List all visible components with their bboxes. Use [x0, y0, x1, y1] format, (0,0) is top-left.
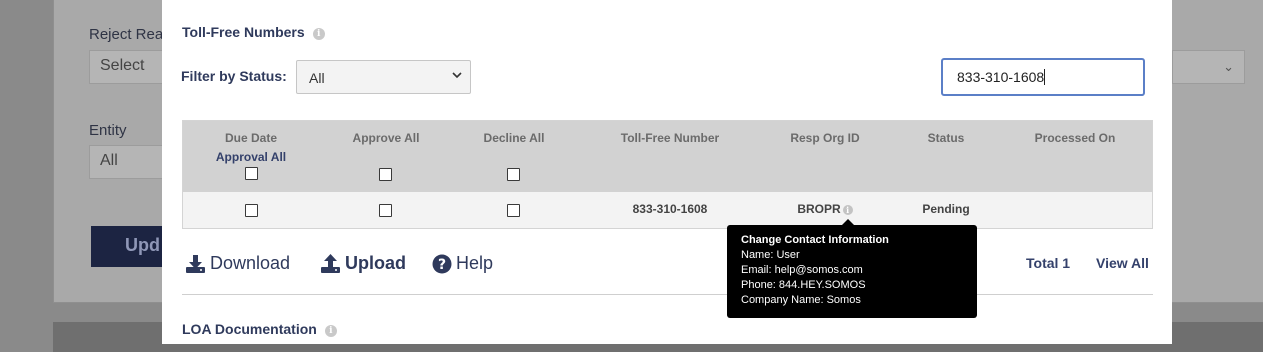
- tooltip-name: Name: User: [741, 249, 800, 261]
- divider: [182, 294, 1153, 295]
- row-toll-free-number: 833-310-1608: [632, 202, 708, 216]
- row-decline-checkbox[interactable]: [507, 204, 520, 217]
- loa-title-text: LOA Documentation: [182, 321, 317, 337]
- status-filter-select[interactable]: All: [296, 60, 471, 94]
- row-due-date-checkbox[interactable]: [245, 204, 258, 217]
- table-header: Due Date Approval All Approve All Declin…: [183, 121, 1152, 192]
- reject-reason-select[interactable]: Select: [89, 50, 164, 84]
- entity-select[interactable]: All: [89, 145, 164, 179]
- upload-icon: [321, 253, 340, 273]
- column-due-date-label: Due Date: [224, 131, 277, 145]
- svg-text:?: ?: [438, 257, 446, 273]
- resp-org-id-value: BROPR: [797, 202, 841, 216]
- approve-all-checkbox[interactable]: [379, 168, 392, 181]
- column-decline-all: Decline All: [483, 131, 545, 145]
- column-processed-on: Processed On: [1034, 131, 1116, 145]
- row-approve-checkbox[interactable]: [379, 204, 392, 217]
- tooltip-title: Change Contact Information: [741, 234, 889, 246]
- question-circle-icon: ?: [432, 254, 452, 273]
- column-status: Status: [927, 131, 965, 145]
- upload-label: Upload: [345, 253, 406, 273]
- loa-section-title: LOA Documentation i: [182, 321, 337, 337]
- approval-all-link[interactable]: Approval All: [211, 150, 291, 164]
- tooltip-company: Company Name: Somos: [741, 294, 861, 306]
- info-icon[interactable]: i: [324, 325, 337, 337]
- chevron-down-icon: ⌄: [1223, 59, 1234, 74]
- toll-free-section-title: Toll-Free Numbers i: [182, 24, 325, 40]
- text-caret: [1044, 69, 1046, 85]
- upload-button[interactable]: Upload: [320, 253, 406, 274]
- status-filter-value: All: [309, 70, 325, 86]
- column-resp-org-id: Resp Org ID: [790, 131, 860, 145]
- download-label: Download: [210, 253, 291, 273]
- info-icon[interactable]: i: [312, 28, 325, 40]
- column-toll-free-number: Toll-Free Number: [620, 131, 720, 145]
- column-approve-all: Approve All: [352, 131, 420, 145]
- chevron-down-icon: [452, 69, 462, 83]
- toll-free-title-text: Toll-Free Numbers: [182, 24, 305, 40]
- toll-free-search-input[interactable]: 833-310-1608: [941, 58, 1145, 96]
- help-button[interactable]: ? Help: [432, 253, 493, 274]
- toll-free-table: Due Date Approval All Approve All Declin…: [182, 120, 1153, 229]
- total-count: Total 1: [1026, 255, 1071, 271]
- download-icon: [186, 254, 205, 273]
- info-icon[interactable]: i: [842, 205, 853, 215]
- column-due-date: Due Date Approval All: [211, 131, 291, 164]
- background-select-right[interactable]: ⌄: [1172, 50, 1245, 84]
- row-resp-org-id: BROPR i: [775, 202, 875, 216]
- search-input-value: 833-310-1608: [957, 69, 1045, 85]
- entity-label: Entity: [89, 122, 127, 139]
- download-button[interactable]: Download: [185, 253, 290, 274]
- tooltip-email: Email: help@somos.com: [741, 264, 863, 276]
- contact-info-tooltip: Change Contact Information Name: User Em…: [727, 225, 977, 318]
- view-all-link[interactable]: View All: [1096, 255, 1149, 271]
- due-date-approval-all-checkbox[interactable]: [245, 167, 258, 180]
- modal-dialog: Toll-Free Numbers i Filter by Status: All…: [162, 0, 1172, 344]
- update-button[interactable]: Upd: [91, 226, 162, 267]
- help-label: Help: [456, 253, 494, 273]
- row-status: Pending: [922, 202, 970, 216]
- filter-status-label: Filter by Status:: [181, 68, 287, 84]
- table-row: 833-310-1608 BROPR i Pending: [183, 192, 1152, 228]
- tooltip-phone: Phone: 844.HEY.SOMOS: [741, 279, 866, 291]
- decline-all-checkbox[interactable]: [507, 168, 520, 181]
- reject-reason-label: Reject Rea: [89, 26, 164, 43]
